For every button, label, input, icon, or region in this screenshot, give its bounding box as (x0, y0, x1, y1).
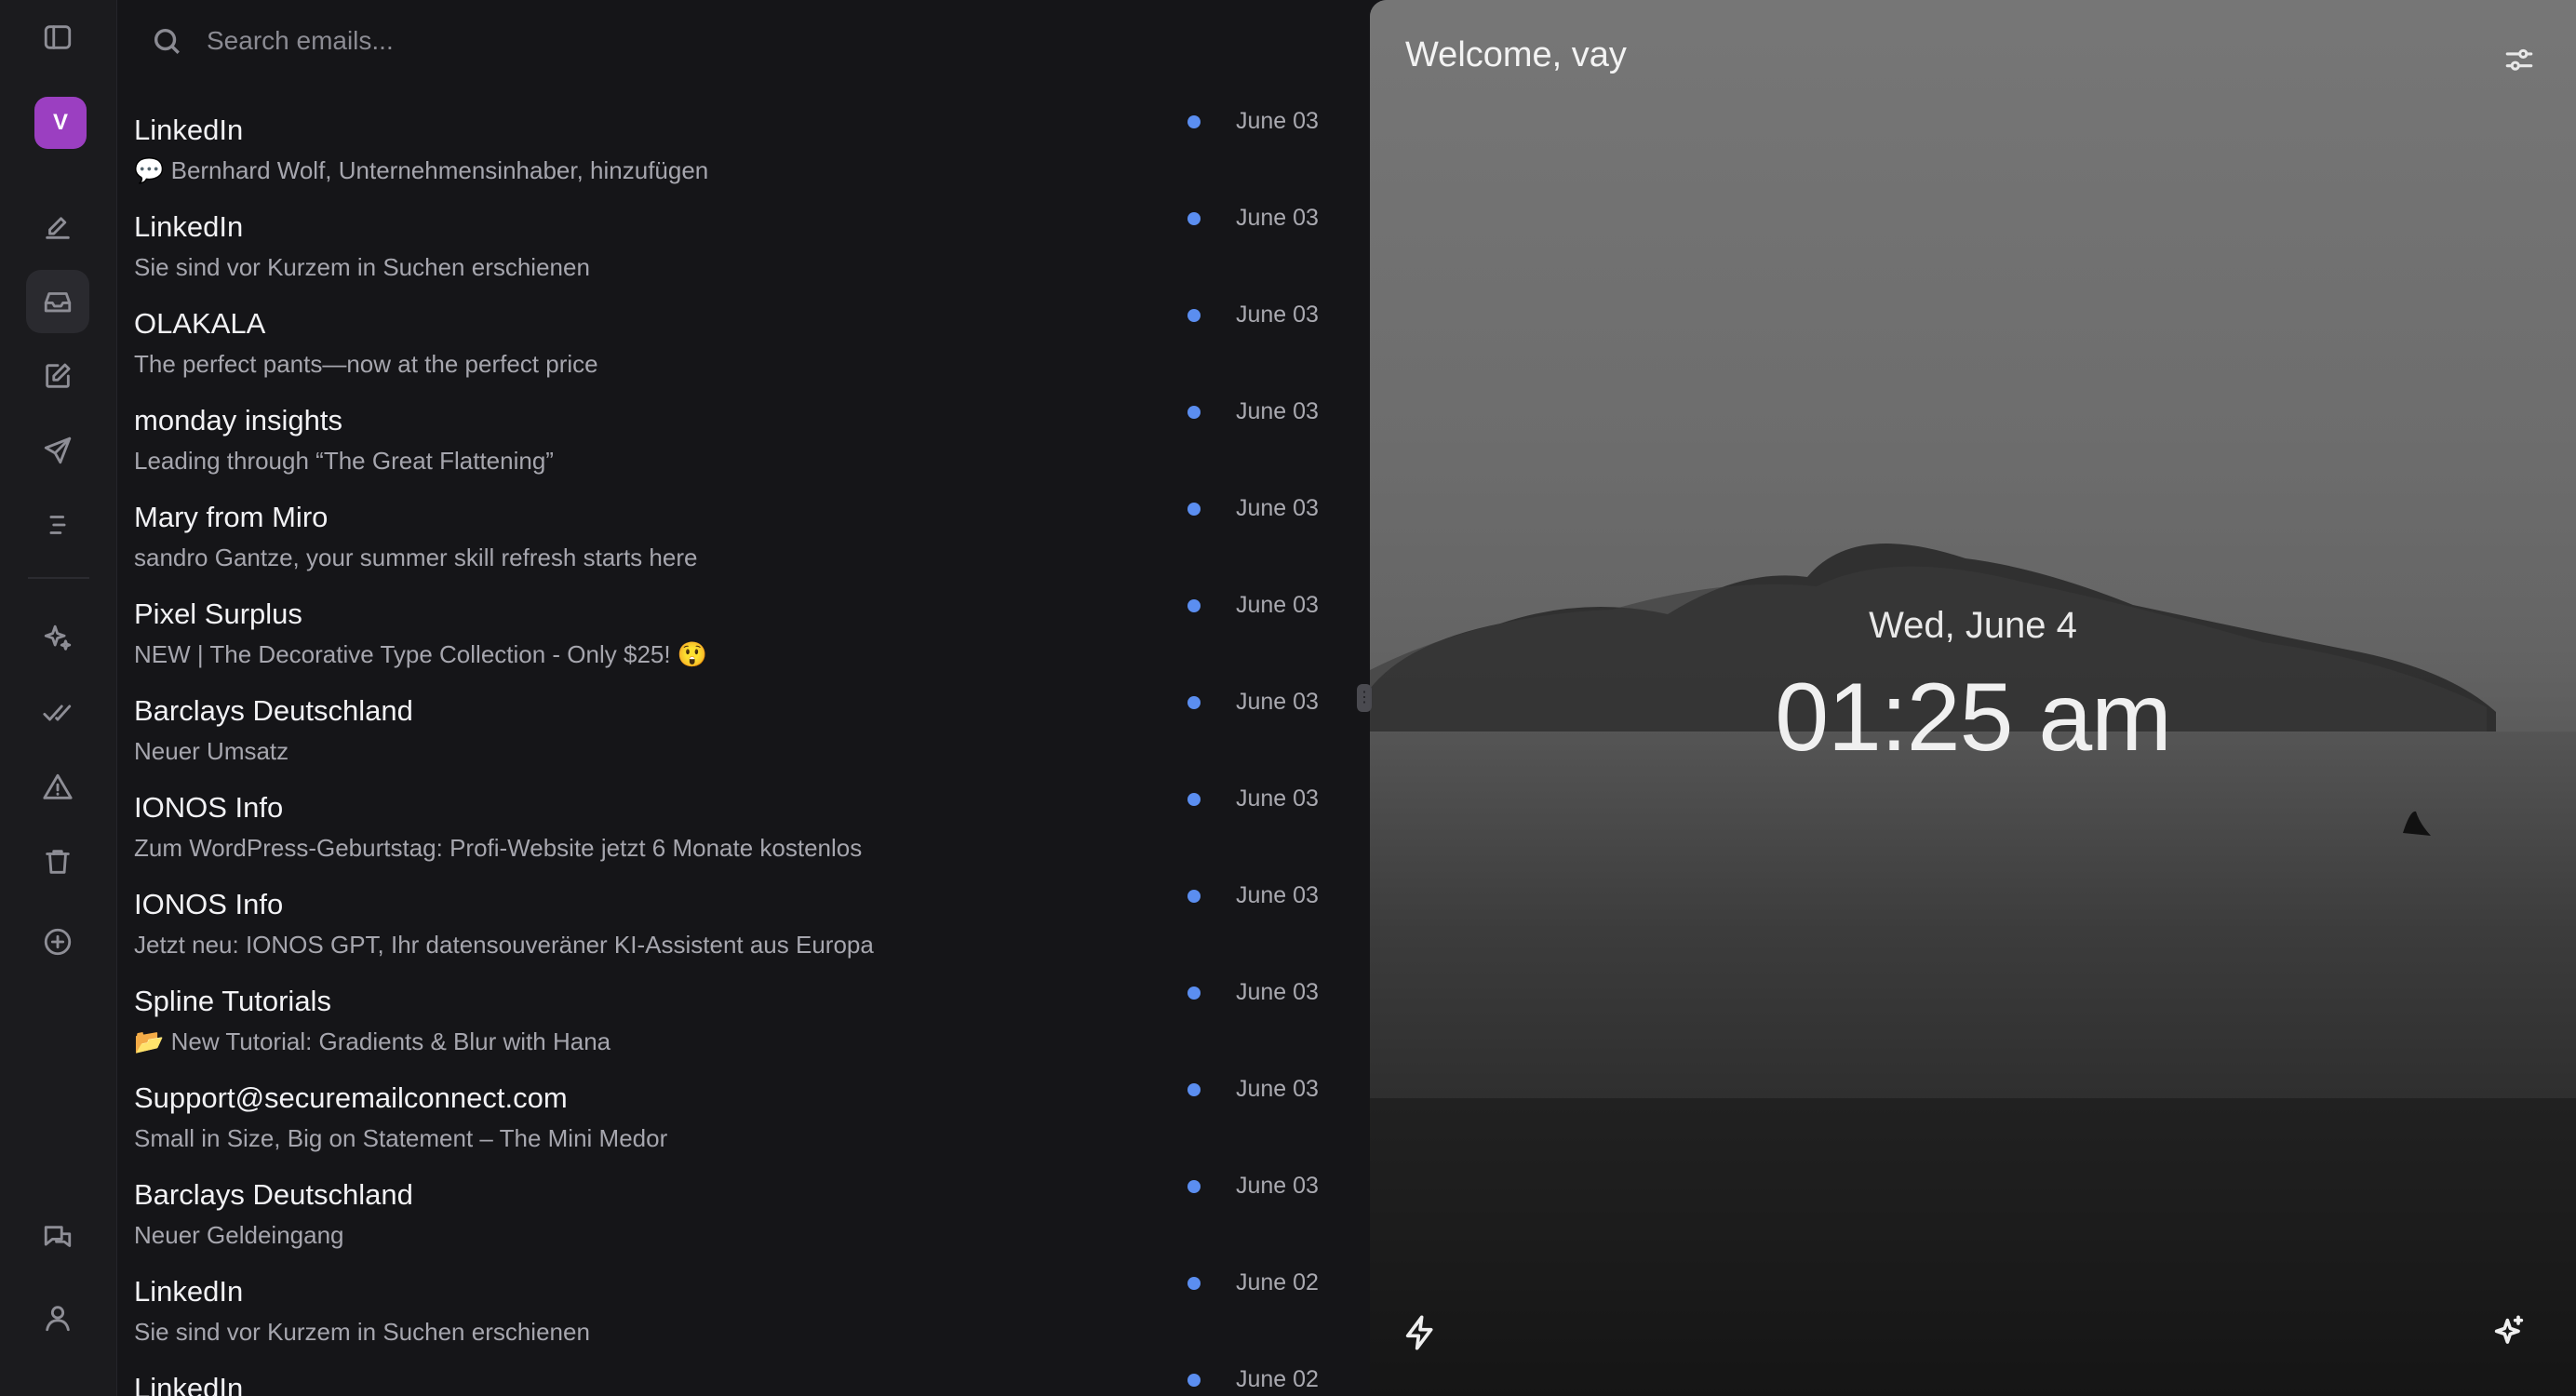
unread-indicator (1187, 1277, 1201, 1290)
email-date: June 03 (1236, 689, 1319, 715)
email-subject: NEW | The Decorative Type Collection - O… (134, 640, 708, 668)
email-subject: Small in Size, Big on Statement – The Mi… (134, 1124, 668, 1152)
email-date: June 02 (1236, 1366, 1319, 1392)
unread-indicator (1187, 406, 1201, 419)
email-row[interactable]: IONOS Info Jetzt neu: IONOS GPT, Ihr date… (117, 871, 1370, 968)
email-subject: Neuer Umsatz (134, 737, 289, 765)
email-row[interactable]: OLAKALA The perfect pants—now at the perf… (117, 290, 1370, 387)
email-sender: LinkedIn (134, 114, 244, 146)
email-subject: 💬 Bernhard Wolf, Unternehmensinhaber, hi… (134, 156, 709, 184)
email-subject: Sie sind vor Kurzem in Suchen erschienen (134, 1318, 590, 1346)
search-input[interactable] (207, 26, 1044, 56)
email-row[interactable]: Support@securemailconnect.com Small in Si… (117, 1065, 1370, 1161)
unread-indicator (1187, 115, 1201, 128)
email-date: June 03 (1236, 398, 1319, 424)
email-date: June 03 (1236, 1173, 1319, 1199)
user-icon[interactable] (26, 1286, 89, 1349)
email-row[interactable]: LinkedIn 💬 Bernhard Wolf, Unternehmensinh… (117, 97, 1370, 194)
bolt-icon[interactable] (1402, 1314, 1439, 1351)
email-row[interactable]: LinkedIn June 02 (117, 1355, 1370, 1396)
email-date: June 02 (1236, 1269, 1319, 1295)
email-date: June 03 (1236, 302, 1319, 328)
current-date: Wed, June 4 (1869, 605, 2077, 646)
email-date: June 03 (1236, 1076, 1319, 1102)
email-subject: Zum WordPress-Geburtstag: Profi-Website … (134, 834, 863, 862)
unread-indicator (1187, 890, 1201, 903)
unread-indicator (1187, 987, 1201, 1000)
email-sender: monday insights (134, 404, 343, 436)
drafts-icon[interactable] (26, 344, 89, 408)
search-bar[interactable] (145, 13, 1336, 69)
email-row[interactable]: LinkedIn Sie sind vor Kurzem in Suchen er… (117, 1258, 1370, 1355)
email-date: June 03 (1236, 882, 1319, 908)
email-subject: Neuer Geldeingang (134, 1221, 344, 1249)
email-subject: 📂 New Tutorial: Gradients & Blur with Ha… (134, 1027, 611, 1055)
email-sender: Support@securemailconnect.com (134, 1081, 568, 1114)
unread-indicator (1187, 793, 1201, 806)
search-icon (154, 28, 180, 54)
warning-icon[interactable] (26, 756, 89, 819)
email-subject: The perfect pants—now at the perfect pri… (134, 350, 598, 378)
email-sender: Spline Tutorials (134, 985, 331, 1017)
email-row[interactable]: LinkedIn Sie sind vor Kurzem in Suchen er… (117, 194, 1370, 290)
unread-indicator (1187, 1083, 1201, 1096)
email-date: June 03 (1236, 979, 1319, 1005)
email-subject: Jetzt neu: IONOS GPT, Ihr datensouveräne… (134, 931, 874, 959)
unread-indicator (1187, 696, 1201, 709)
trash-icon[interactable] (26, 830, 89, 893)
email-sender: Pixel Surplus (134, 597, 302, 630)
email-date: June 03 (1236, 785, 1319, 812)
current-time: 01:25 am (1775, 664, 2172, 772)
email-date: June 03 (1236, 108, 1319, 134)
email-row[interactable]: Pixel Surplus NEW | The Decorative Type C… (117, 581, 1370, 678)
email-date: June 03 (1236, 205, 1319, 231)
email-list: LinkedIn 💬 Bernhard Wolf, Unternehmensinh… (117, 97, 1370, 1396)
email-subject: sandro Gantze, your summer skill refresh… (134, 544, 698, 571)
email-sender: Barclays Deutschland (134, 1178, 413, 1211)
email-sender: LinkedIn (134, 210, 244, 243)
add-circle-icon[interactable] (26, 910, 89, 973)
email-sender: OLAKALA (134, 307, 266, 340)
welcome-heading: Welcome, vay (1405, 35, 1627, 74)
unread-indicator (1187, 503, 1201, 516)
sidebar-toggle-icon[interactable] (26, 6, 89, 69)
sidebar-rail: V (0, 0, 117, 1396)
unread-indicator (1187, 599, 1201, 612)
chat-icon[interactable] (26, 1206, 89, 1269)
ai-sparkle-icon[interactable] (2490, 1314, 2528, 1351)
list-icon[interactable] (26, 493, 89, 557)
sliders-icon[interactable] (2503, 45, 2535, 76)
unread-indicator (1187, 212, 1201, 225)
email-row[interactable]: Spline Tutorials 📂 New Tutorial: Gradient… (117, 968, 1370, 1065)
email-date: June 03 (1236, 495, 1319, 521)
unread-indicator (1187, 1374, 1201, 1387)
email-row[interactable]: IONOS Info Zum WordPress-Geburtstag: Prof… (117, 774, 1370, 871)
resize-handle[interactable]: ⋮ (1357, 684, 1372, 712)
unread-indicator (1187, 309, 1201, 322)
email-list-pane: LinkedIn 💬 Bernhard Wolf, Unternehmensinh… (117, 0, 1370, 1396)
inbox-icon[interactable] (26, 270, 89, 333)
email-sender: Barclays Deutschland (134, 694, 413, 727)
unread-indicator (1187, 1180, 1201, 1193)
email-row[interactable]: monday insights Leading through “The Grea… (117, 387, 1370, 484)
compose-icon[interactable] (26, 195, 89, 259)
email-row[interactable]: Barclays Deutschland Neuer Geldeingang Jun… (117, 1161, 1370, 1258)
email-sender: LinkedIn (134, 1275, 244, 1308)
email-sender: LinkedIn (134, 1372, 244, 1396)
email-date: June 03 (1236, 592, 1319, 618)
double-check-icon[interactable] (26, 681, 89, 745)
email-sender: Mary from Miro (134, 501, 329, 533)
rail-divider (28, 577, 89, 579)
email-sender: IONOS Info (134, 791, 284, 824)
email-row[interactable]: Mary from Miro sandro Gantze, your summer… (117, 484, 1370, 581)
email-subject: Leading through “The Great Flattening” (134, 447, 554, 475)
email-row[interactable]: Barclays Deutschland Neuer Umsatz June 03 (117, 678, 1370, 774)
avatar[interactable]: V (34, 97, 87, 149)
welcome-panel: Welcome, vay Wed, June 4 01:25 am (1370, 0, 2576, 1396)
send-icon[interactable] (26, 419, 89, 482)
email-subject: Sie sind vor Kurzem in Suchen erschienen (134, 253, 590, 281)
sparkle-icon[interactable] (26, 607, 89, 670)
email-sender: IONOS Info (134, 888, 284, 920)
